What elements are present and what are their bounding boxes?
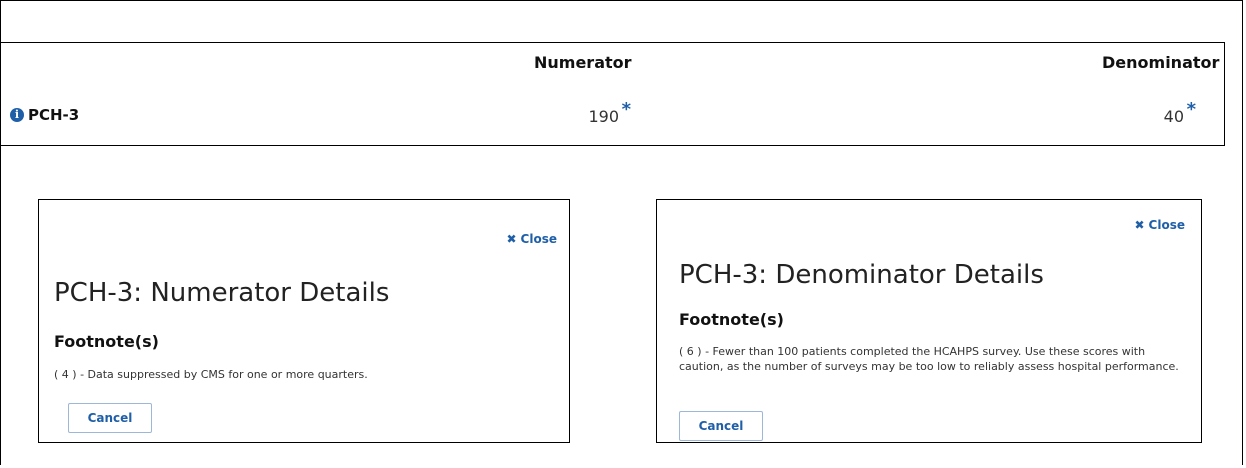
numerator-footnote-marker[interactable]: * [622,99,631,120]
denominator-value-cell: 40 * [1163,99,1196,126]
measure-name: PCH-3 [28,106,80,124]
modal-title: PCH-3: Numerator Details [54,278,390,308]
footnote-text: ( 4 ) - Data suppressed by CMS for one o… [54,368,368,381]
close-button[interactable]: ✖ Close [1134,218,1185,232]
close-icon: ✖ [1134,218,1145,232]
denominator-header: Denominator [1102,53,1220,72]
info-icon[interactable]: i [10,108,24,122]
denominator-footnote-marker[interactable]: * [1187,99,1196,120]
cancel-button[interactable]: Cancel [679,411,763,441]
footnote-text: ( 6 ) - Fewer than 100 patients complete… [679,345,1179,373]
measure-row-label: i PCH-3 [10,106,79,124]
footnote-heading: Footnote(s) [679,310,784,329]
footnote-heading: Footnote(s) [54,332,159,351]
cancel-button[interactable]: Cancel [68,403,152,433]
modal-title: PCH-3: Denominator Details [679,260,1044,290]
numerator-details-modal: ✖ Close PCH-3: Numerator Details Footnot… [38,199,570,443]
close-button[interactable]: ✖ Close [506,232,557,246]
numerator-value: 190 [588,107,619,126]
close-label: Close [1148,218,1185,232]
close-icon: ✖ [506,232,517,246]
close-label: Close [520,232,557,246]
measure-table: Numerator Denominator i PCH-3 190 * 40 * [0,42,1225,146]
numerator-header: Numerator [534,53,632,72]
denominator-value: 40 [1163,107,1184,126]
numerator-value-cell: 190 * [588,99,631,126]
denominator-details-modal: ✖ Close PCH-3: Denominator Details Footn… [656,199,1202,443]
